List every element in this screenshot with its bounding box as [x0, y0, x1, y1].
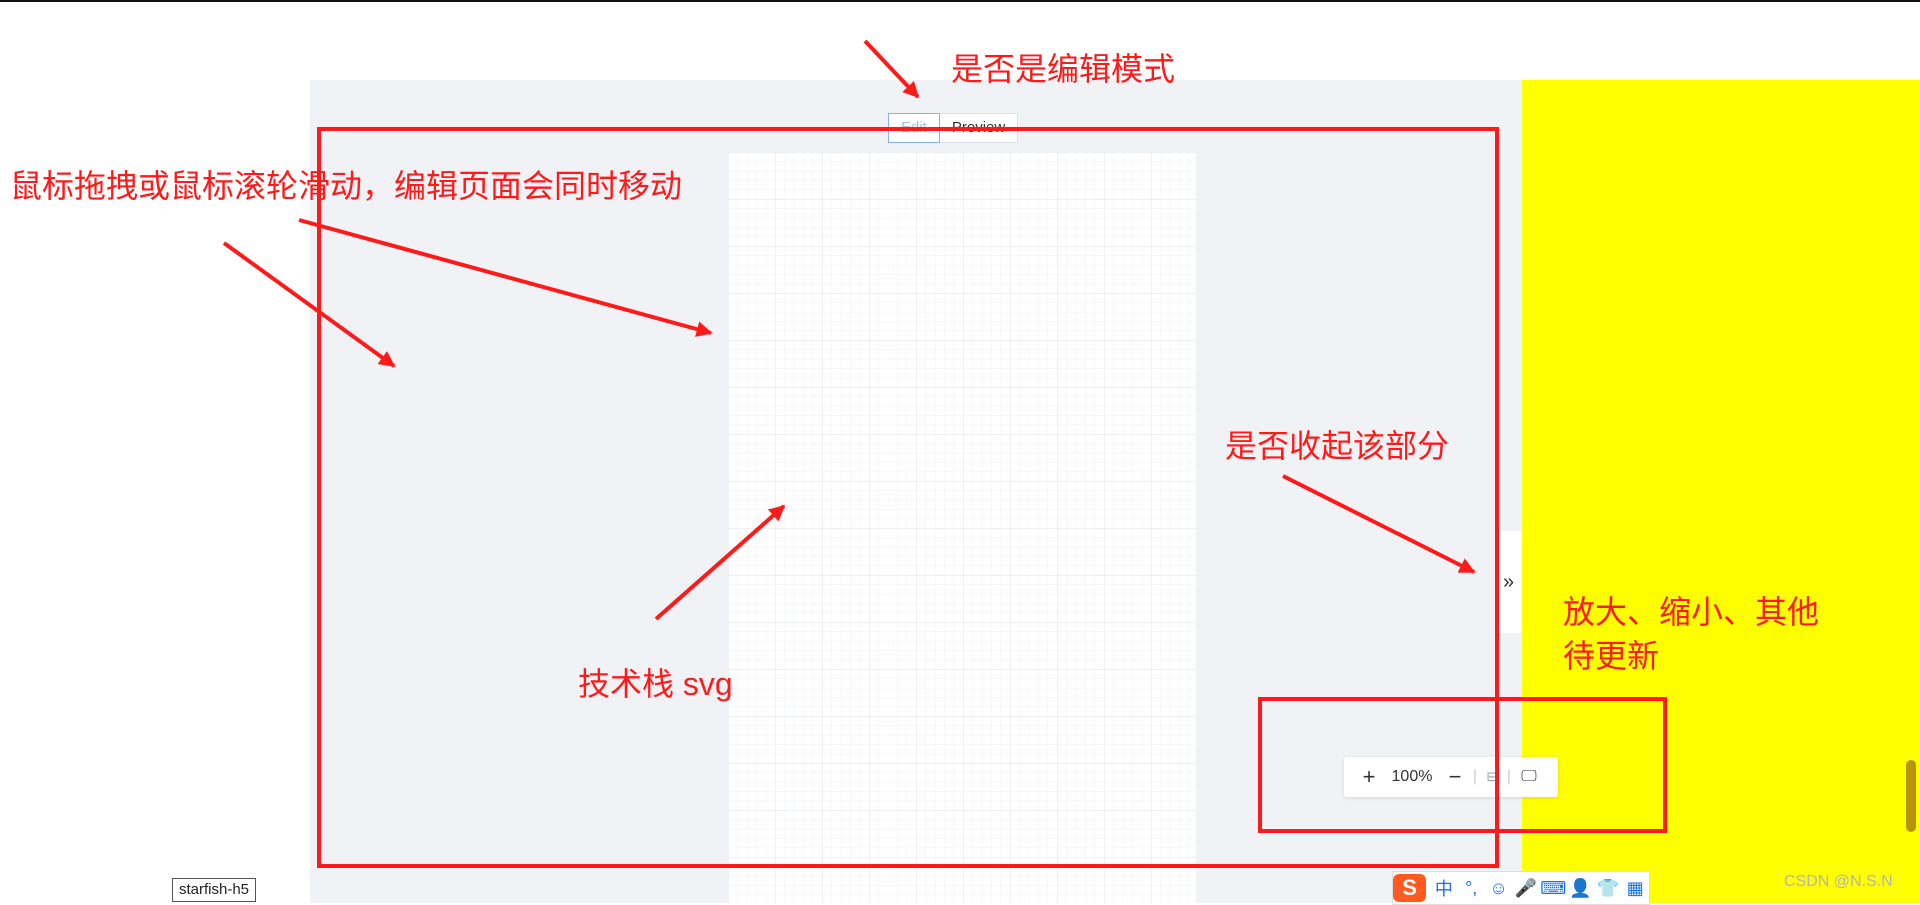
annotation-collapse: 是否收起该部分	[1225, 428, 1450, 464]
right-panel	[1522, 80, 1920, 903]
preview-mode-button[interactable]: Preview	[939, 113, 1019, 143]
zoom-out-button[interactable]: −	[1440, 764, 1470, 790]
annotation-edit-mode: 是否是编辑模式	[951, 51, 1176, 87]
canvas-grid	[728, 152, 1196, 903]
emoji-icon[interactable]: ☺	[1485, 878, 1512, 899]
double-chevron-right-icon[interactable]: »	[1503, 567, 1514, 597]
top-border	[0, 0, 1920, 2]
zoom-toolbar: + 100% − | ⊟ | 🖵	[1344, 757, 1558, 797]
annotation-zoom-line2: 待更新	[1563, 638, 1660, 674]
scrollbar-handle[interactable]	[1906, 760, 1916, 832]
microphone-icon[interactable]: 🎤	[1512, 878, 1539, 899]
zoom-level: 100%	[1391, 768, 1433, 785]
annotation-drag-scroll: 鼠标拖拽或鼠标滚轮滑动，编辑页面会同时移动	[10, 168, 683, 204]
sogou-logo-icon[interactable]: S	[1393, 874, 1427, 902]
annotation-zoom-line1: 放大、缩小、其他	[1563, 594, 1820, 630]
grid-menu-icon[interactable]: ▦	[1622, 878, 1649, 899]
edit-mode-button[interactable]: Edit	[888, 113, 940, 143]
keyboard-icon[interactable]: ⌨	[1540, 878, 1567, 899]
mode-switch: Edit Preview	[888, 113, 1019, 143]
skin-icon[interactable]: 👕	[1594, 878, 1621, 899]
zoom-in-button[interactable]: +	[1354, 764, 1384, 790]
toolbar-divider: |	[1472, 768, 1478, 785]
annotation-tech-stack: 技术栈 svg	[578, 666, 733, 702]
watermark: CSDN @N.S.N	[1784, 873, 1893, 890]
user-icon[interactable]: 👤	[1567, 878, 1594, 899]
punctuation-icon[interactable]: °,	[1458, 878, 1485, 899]
fit-view-icon[interactable]: ⊟	[1480, 769, 1504, 785]
ime-toolbar: S 中 °, ☺ 🎤 ⌨ 👤 👕 ▦	[1392, 871, 1650, 905]
tooltip: starfish-h5	[172, 878, 257, 902]
toolbar-divider: |	[1506, 768, 1512, 785]
svg-grid-canvas[interactable]	[728, 152, 1196, 903]
chinese-mode-icon[interactable]: 中	[1430, 875, 1457, 901]
fullscreen-icon[interactable]: 🖵	[1514, 768, 1544, 786]
